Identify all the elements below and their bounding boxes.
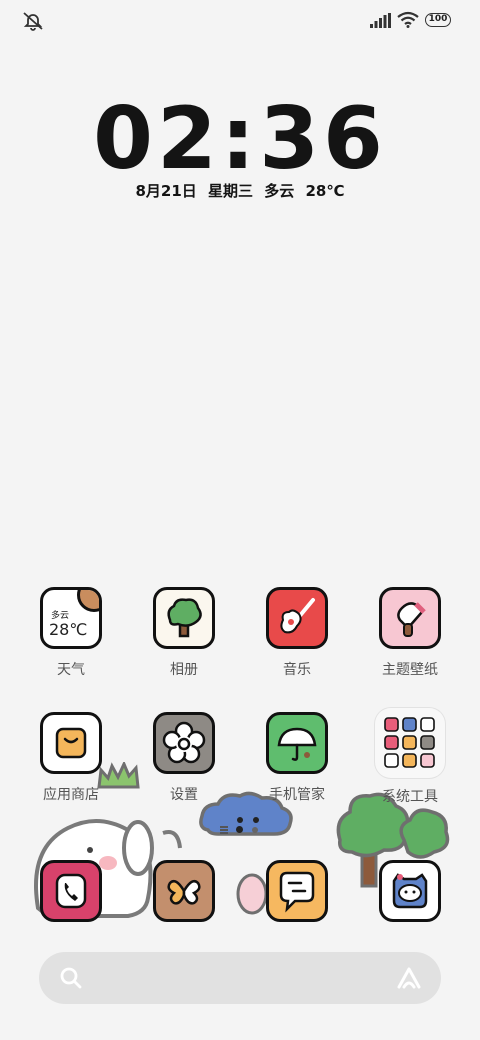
gallery-tree-icon <box>153 587 215 649</box>
search-icon <box>60 967 82 989</box>
status-bar: 100 <box>0 0 480 40</box>
dock-phone[interactable] <box>16 860 126 922</box>
app-label: 设置 <box>170 787 198 803</box>
folder-system-tools[interactable]: 系统工具 <box>355 708 465 806</box>
page-indicator[interactable] <box>220 826 264 834</box>
page-indicator-menu <box>220 826 228 828</box>
phone-manager-umbrella-icon <box>266 712 328 774</box>
app-label: 手机管家 <box>269 787 325 803</box>
dock-messages[interactable] <box>129 860 239 922</box>
battery-indicator: 100 <box>425 13 451 27</box>
app-label: 音乐 <box>283 662 311 678</box>
app-themes[interactable]: 主题壁纸 <box>355 587 465 679</box>
theme-brush-icon <box>379 587 441 649</box>
app-label: 系统工具 <box>382 789 438 805</box>
app-weather[interactable]: 多云 28℃ 天气 <box>16 587 126 679</box>
app-settings[interactable]: 设置 <box>129 712 239 804</box>
app-store-bag-icon <box>40 712 102 774</box>
camera-cat-icon <box>379 860 441 922</box>
search-bar[interactable] <box>39 952 441 1004</box>
weather-widget-temp: 28℃ <box>49 620 88 639</box>
app-music[interactable]: 音乐 <box>242 587 352 679</box>
app-gallery[interactable]: 相册 <box>129 587 239 679</box>
dock-camera[interactable] <box>355 860 465 922</box>
dock-chat[interactable] <box>242 860 352 922</box>
page-dot-active <box>236 826 243 833</box>
weather-icon: 多云 28℃ <box>40 587 102 649</box>
sun-shape <box>77 590 99 612</box>
messages-butterfly-icon <box>153 860 215 922</box>
chat-bubble-icon <box>266 860 328 922</box>
app-label: 应用商店 <box>43 787 99 803</box>
mute-vibrate-icon <box>23 12 43 31</box>
app-store[interactable]: 应用商店 <box>16 712 126 804</box>
app-label: 主题壁纸 <box>382 662 438 678</box>
music-guitar-icon <box>266 587 328 649</box>
date-weather-line: 8月21日 星期三 多云 28℃ <box>135 182 345 200</box>
system-tools-folder-icon <box>375 708 445 778</box>
assistant-icon[interactable] <box>395 965 423 991</box>
lockscreen-clock[interactable]: 02:36 <box>0 96 480 182</box>
app-label: 天气 <box>57 662 85 678</box>
page-dot <box>252 827 258 833</box>
phone-icon <box>40 860 102 922</box>
wifi-icon <box>397 11 419 28</box>
settings-flower-icon <box>153 712 215 774</box>
app-label: 相册 <box>170 662 198 678</box>
app-phone-manager[interactable]: 手机管家 <box>242 712 352 804</box>
signal-bars-icon <box>370 13 391 28</box>
